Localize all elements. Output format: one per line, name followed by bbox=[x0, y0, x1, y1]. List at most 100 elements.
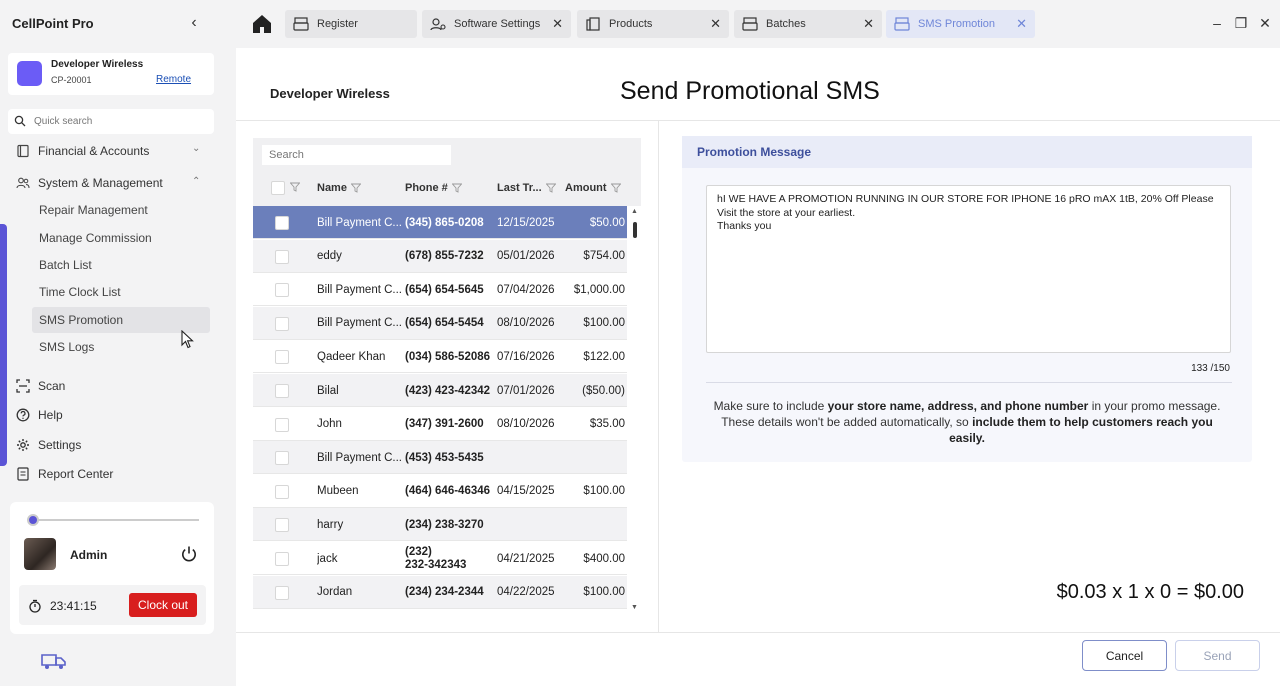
row-checkbox[interactable] bbox=[275, 384, 289, 398]
grid-scrollbar[interactable]: ▲ ▼ bbox=[630, 206, 641, 616]
sidebar-item-repair-management[interactable]: Repair Management bbox=[32, 197, 210, 223]
cancel-button[interactable]: Cancel bbox=[1082, 640, 1167, 671]
table-row[interactable]: Bilal (423) 423-42342 07/01/2026 ($50.00) bbox=[253, 374, 627, 407]
sidebar-item-batch-list[interactable]: Batch List bbox=[32, 252, 210, 278]
filter-icon[interactable] bbox=[290, 182, 300, 192]
table-row[interactable]: Mubeen (464) 646-46346 04/15/2025 $100.00 bbox=[253, 475, 627, 508]
cell-name: Bilal bbox=[317, 384, 339, 397]
table-row[interactable]: Qadeer Khan (034) 586-52086 07/16/2026 $122… bbox=[253, 340, 627, 374]
close-icon[interactable]: ✕ bbox=[552, 16, 563, 32]
nav-scan[interactable]: Scan bbox=[16, 375, 65, 397]
tab-batches[interactable]: Batches ✕ bbox=[734, 10, 882, 38]
table-row[interactable]: John (347) 391-2600 08/10/2026 $35.00 bbox=[253, 408, 627, 441]
row-checkbox[interactable] bbox=[275, 585, 289, 600]
column-header-last-transaction[interactable]: Last Tr... bbox=[497, 176, 556, 200]
nav-financial-accounts-label: Financial & Accounts bbox=[38, 144, 150, 158]
row-checkbox[interactable] bbox=[275, 518, 289, 533]
quick-search-input[interactable] bbox=[34, 113, 204, 130]
tab-batches-label: Batches bbox=[766, 18, 806, 30]
column-amount-label: Amount bbox=[565, 182, 607, 194]
divider bbox=[658, 120, 659, 632]
cell-phone: (234) 234-2344 bbox=[405, 586, 484, 599]
slider-thumb[interactable] bbox=[27, 514, 39, 526]
filter-icon[interactable] bbox=[610, 183, 621, 193]
table-row[interactable]: eddy (678) 855-7232 05/01/2026 $754.00 bbox=[253, 239, 627, 273]
row-checkbox[interactable] bbox=[275, 552, 289, 566]
column-header-amount[interactable]: Amount bbox=[565, 176, 621, 200]
cell-amount: $50.00 bbox=[589, 216, 625, 229]
tab-software-settings-label: Software Settings bbox=[454, 18, 541, 30]
home-icon[interactable] bbox=[250, 12, 274, 36]
table-row[interactable]: jack (232) 232-342343 04/21/2025 $400.00 bbox=[253, 542, 627, 575]
software-settings-icon bbox=[430, 18, 446, 31]
column-header-phone[interactable]: Phone # bbox=[405, 176, 462, 200]
table-row[interactable]: Bill Payment C... (654) 654-5645 07/04/202… bbox=[253, 273, 627, 307]
select-all-checkbox[interactable] bbox=[271, 181, 285, 195]
scroll-up-icon[interactable]: ▲ bbox=[631, 208, 638, 215]
nav-system-management[interactable]: System & Management bbox=[16, 172, 163, 194]
row-checkbox[interactable] bbox=[275, 484, 289, 499]
tab-register-label: Register bbox=[317, 18, 358, 30]
column-header-name[interactable]: Name bbox=[317, 176, 361, 200]
table-row[interactable]: Bill Payment C... (453) 453-5435 bbox=[253, 441, 627, 475]
nav-help[interactable]: Help bbox=[16, 404, 63, 426]
nav-settings[interactable]: Settings bbox=[16, 434, 81, 456]
cell-phone: (347) 391-2600 bbox=[405, 418, 484, 431]
row-checkbox[interactable] bbox=[275, 350, 289, 365]
close-icon[interactable]: ✕ bbox=[1016, 16, 1027, 32]
scroll-down-icon[interactable]: ▼ bbox=[631, 604, 638, 611]
table-row[interactable]: harry (234) 238-3270 bbox=[253, 508, 627, 542]
note-text-3: in your promo message. bbox=[1088, 399, 1221, 413]
send-button[interactable]: Send bbox=[1175, 640, 1260, 671]
book-icon bbox=[17, 144, 29, 158]
cell-amount: $754.00 bbox=[583, 250, 625, 263]
close-window-icon[interactable]: ✕ bbox=[1256, 14, 1274, 32]
filter-icon[interactable] bbox=[545, 183, 556, 193]
row-checkbox[interactable] bbox=[275, 216, 289, 230]
filter-icon[interactable] bbox=[451, 183, 462, 193]
cell-name: Mubeen bbox=[317, 485, 359, 498]
row-checkbox[interactable] bbox=[275, 316, 289, 331]
collapse-sidebar-button[interactable]: ‹ bbox=[186, 14, 202, 32]
cell-name: Bill Payment C... bbox=[317, 283, 401, 296]
slider-track[interactable] bbox=[31, 519, 199, 521]
row-checkbox[interactable] bbox=[275, 417, 289, 432]
row-checkbox[interactable] bbox=[275, 283, 289, 298]
cell-phone: (423) 423-42342 bbox=[405, 384, 491, 397]
table-row[interactable]: Jordan (234) 234-2344 04/22/2025 $100.00 bbox=[253, 575, 627, 609]
remote-link[interactable]: Remote bbox=[156, 74, 191, 85]
cell-amount: $100.00 bbox=[583, 586, 625, 599]
table-row[interactable]: Bill Payment C... (345) 865-0208 12/15/202… bbox=[253, 206, 627, 239]
sidebar-item-manage-commission[interactable]: Manage Commission bbox=[32, 225, 210, 251]
minimize-icon[interactable]: – bbox=[1208, 14, 1226, 32]
scroll-thumb[interactable] bbox=[633, 222, 637, 238]
tab-sms-promotion[interactable]: SMS Promotion ✕ bbox=[886, 10, 1035, 38]
row-checkbox[interactable] bbox=[275, 451, 289, 466]
filter-icon[interactable] bbox=[350, 183, 361, 193]
clock-out-button[interactable]: Clock out bbox=[129, 593, 197, 617]
cell-phone: (232) 232-342343 bbox=[405, 545, 467, 571]
cell-name: Bill Payment C... bbox=[317, 451, 401, 464]
table-row[interactable]: Bill Payment C... (654) 654-5454 08/10/202… bbox=[253, 306, 627, 340]
nav-report-center[interactable]: Report Center bbox=[16, 463, 113, 485]
nav-financial-accounts[interactable]: Financial & Accounts bbox=[16, 140, 149, 162]
close-icon[interactable]: ✕ bbox=[863, 16, 874, 32]
truck-icon[interactable] bbox=[40, 652, 68, 670]
page-store-name: Developer Wireless bbox=[270, 86, 390, 101]
tab-register[interactable]: Register bbox=[285, 10, 417, 38]
row-checkbox[interactable] bbox=[275, 249, 289, 264]
cell-last-transaction: 04/21/2025 bbox=[497, 552, 555, 565]
tab-products[interactable]: Products ✕ bbox=[577, 10, 729, 38]
cell-amount: $400.00 bbox=[583, 552, 625, 565]
sidebar-item-time-clock-list[interactable]: Time Clock List bbox=[32, 279, 210, 305]
power-icon[interactable] bbox=[180, 545, 198, 563]
note-text-2: your store name, address, and phone numb… bbox=[827, 399, 1089, 413]
tab-software-settings[interactable]: Software Settings ✕ bbox=[422, 10, 571, 38]
grid-search-input[interactable] bbox=[262, 145, 451, 165]
restore-icon[interactable]: ❐ bbox=[1232, 14, 1250, 32]
column-name-label: Name bbox=[317, 182, 347, 194]
close-icon[interactable]: ✕ bbox=[710, 16, 721, 32]
clock-time: 23:41:15 bbox=[50, 599, 97, 613]
promotion-message-input[interactable] bbox=[706, 185, 1231, 353]
cell-phone: (345) 865-0208 bbox=[405, 216, 484, 229]
